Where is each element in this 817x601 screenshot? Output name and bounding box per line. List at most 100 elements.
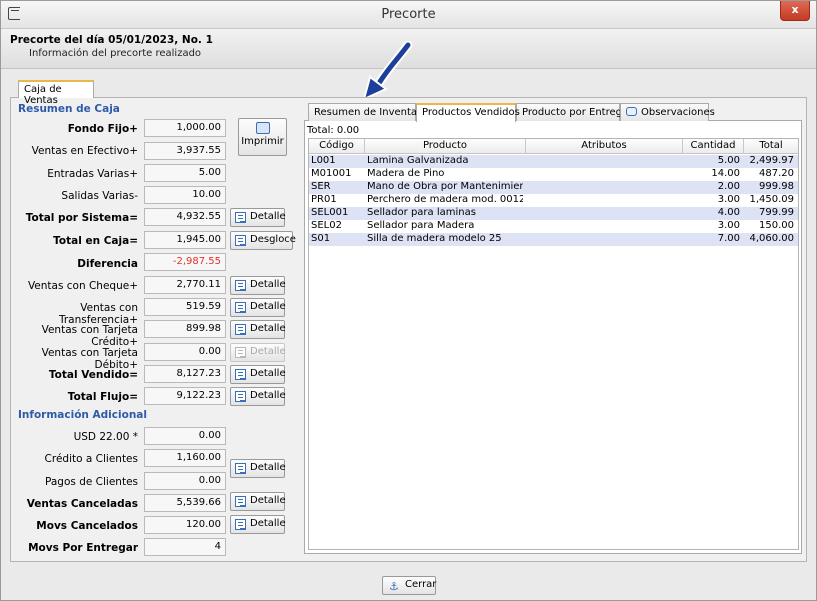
entradas-varias-label: Entradas Varias+: [47, 168, 138, 180]
ventas-credito-value: 899.98: [144, 320, 226, 338]
table-cell: 5.00: [717, 155, 740, 166]
detalle-total-sistema-button[interactable]: Detalle: [230, 208, 286, 227]
table-cell: L001: [311, 155, 336, 166]
entradas-varias-value: 5.00: [144, 164, 226, 182]
table-cell: M01001: [311, 168, 352, 179]
detalle-total-flujo-button[interactable]: Detalle: [230, 387, 286, 406]
total-line: Total: 0.00: [307, 125, 360, 136]
detalle-debito-button[interactable]: Detalle: [230, 343, 286, 362]
table-cell: S01: [311, 233, 331, 244]
button-label: Imprimir: [241, 136, 284, 147]
col-cantidad[interactable]: Cantidad: [683, 140, 743, 151]
detail-icon: [235, 235, 246, 246]
detail-icon: [235, 324, 246, 335]
tab-caja-de-ventas[interactable]: Caja de Ventas: [18, 80, 94, 106]
total-vendido-value: 8,127.23: [144, 365, 226, 383]
tab-observaciones[interactable]: Observaciones: [620, 103, 715, 121]
button-label: Detalle: [250, 301, 286, 312]
header-subtitle: Información del precorte realizado: [29, 48, 202, 59]
table-cell: 487.20: [759, 168, 794, 179]
table-cell: Silla de madera modelo 25: [367, 233, 502, 244]
table-cell: 1,450.09: [749, 194, 794, 205]
total-caja-label: Total en Caja=: [53, 235, 138, 247]
table-cell: Lamina Galvanizada: [367, 155, 469, 166]
printer-icon: [255, 122, 270, 134]
detalle-total-vendido-button[interactable]: Detalle: [230, 365, 286, 384]
fondo-fijo-value: 1,000.00: [144, 119, 226, 137]
ventas-canceladas-label: Ventas Canceladas: [26, 498, 138, 510]
table-row[interactable]: M01001 Madera de Pino 14.00 487.20: [309, 168, 798, 181]
salidas-varias-label: Salidas Varias-: [61, 190, 138, 202]
fondo-fijo-label: Fondo Fijo+: [67, 123, 138, 135]
detalle-cheque-button[interactable]: Detalle: [230, 276, 286, 295]
detail-icon: [235, 463, 246, 474]
detalle-transferencia-button[interactable]: Detalle: [230, 298, 286, 317]
table-cell: Sellador para Madera: [367, 220, 475, 231]
movs-cancelados-label: Movs Cancelados: [36, 520, 138, 532]
col-atributos[interactable]: Atributos: [526, 140, 682, 151]
detalle-credito-button[interactable]: Detalle: [230, 320, 286, 339]
detail-icon: [235, 369, 246, 380]
table-cell: Sellador para laminas: [367, 207, 476, 218]
detail-icon: [235, 302, 246, 313]
tab-resumen-inventario[interactable]: Resumen de Inventario: [308, 103, 430, 121]
tab-producto-por-entregar[interactable]: Producto por Entregar: [516, 103, 632, 121]
tab-productos-vendidos[interactable]: Productos Vendidos: [416, 103, 520, 122]
table-header: Código Producto Atributos Cantidad Total: [309, 139, 798, 154]
close-button[interactable]: x: [780, 1, 810, 21]
table-row[interactable]: PR01 Perchero de madera mod. 00125 3.00 1,4…: [309, 194, 798, 207]
table-cell: 4.00: [717, 207, 740, 218]
total-flujo-value: 9,122.23: [144, 387, 226, 405]
detalle-movs-cancelados-button[interactable]: Detalle: [230, 515, 286, 534]
tab-label: Observaciones: [641, 107, 715, 118]
credito-clientes-label: Crédito a Clientes: [44, 453, 138, 465]
header-title: Precorte del día 05/01/2023, No. 1: [10, 34, 213, 46]
table-row[interactable]: S01 Silla de madera modelo 25 7.00 4,060.00: [309, 233, 798, 246]
detalle-ventas-canceladas-button[interactable]: Detalle: [230, 492, 286, 511]
imprimir-button[interactable]: Imprimir: [238, 118, 287, 156]
total-sistema-value: 4,932.55: [144, 208, 226, 226]
ventas-credito-label: Ventas con Tarjeta Crédito+: [41, 324, 138, 348]
col-producto[interactable]: Producto: [365, 140, 525, 151]
col-codigo[interactable]: Código: [309, 140, 364, 151]
table-row[interactable]: SEL02 Sellador para Madera 3.00 150.00: [309, 220, 798, 233]
pagos-clientes-label: Pagos de Clientes: [45, 476, 138, 488]
button-label: Detalle: [250, 390, 286, 401]
detail-icon: [235, 519, 246, 530]
table-cell: Madera de Pino: [367, 168, 445, 179]
movs-cancelados-value: 120.00: [144, 516, 226, 534]
precorte-window: Precorte x Precorte del día 05/01/2023, …: [0, 0, 817, 601]
ventas-debito-label: Ventas con Tarjeta Débito+: [41, 347, 138, 371]
button-label: Detalle: [250, 323, 286, 334]
salidas-varias-value: 10.00: [144, 186, 226, 204]
detail-icon: [235, 391, 246, 402]
detail-icon: [235, 212, 246, 223]
table-row[interactable]: SEL001 Sellador para laminas 4.00 799.99: [309, 207, 798, 220]
ventas-debito-value: 0.00: [144, 343, 226, 361]
total-sistema-label: Total por Sistema=: [25, 212, 138, 224]
table-cell: 3.00: [717, 220, 740, 231]
button-label: Detalle: [250, 495, 286, 506]
detalle-clientes-button[interactable]: Detalle: [230, 459, 286, 478]
button-label: Detalle: [250, 211, 286, 222]
diferencia-label: Diferencia: [77, 258, 138, 270]
table-cell: 3.00: [717, 194, 740, 205]
ventas-transferencia-value: 519.59: [144, 298, 226, 316]
button-label: Detalle: [250, 518, 286, 529]
anchor-icon: ⚓: [389, 580, 399, 593]
ventas-canceladas-value: 5,539.66: [144, 494, 226, 512]
col-total[interactable]: Total: [744, 140, 798, 151]
table-cell: 150.00: [759, 220, 794, 231]
table-row[interactable]: SER Mano de Obra por Mantenimiento 2.00 999…: [309, 181, 798, 194]
diferencia-value: -2,987.55: [144, 253, 226, 271]
ventas-transferencia-label: Ventas con Transferencia+: [58, 302, 138, 326]
movs-por-entregar-value: 4: [144, 538, 226, 556]
ventas-efectivo-value: 3,937.55: [144, 142, 226, 160]
comment-icon: [626, 107, 637, 116]
table-cell: SER: [311, 181, 331, 192]
desgloce-button[interactable]: Desgloce: [230, 231, 296, 250]
cerrar-button[interactable]: ⚓ Cerrar: [382, 576, 436, 595]
table-cell: 999.98: [759, 181, 794, 192]
table-row[interactable]: L001 Lamina Galvanizada 5.00 2,499.97: [309, 155, 798, 168]
window-title: Precorte: [381, 7, 436, 22]
